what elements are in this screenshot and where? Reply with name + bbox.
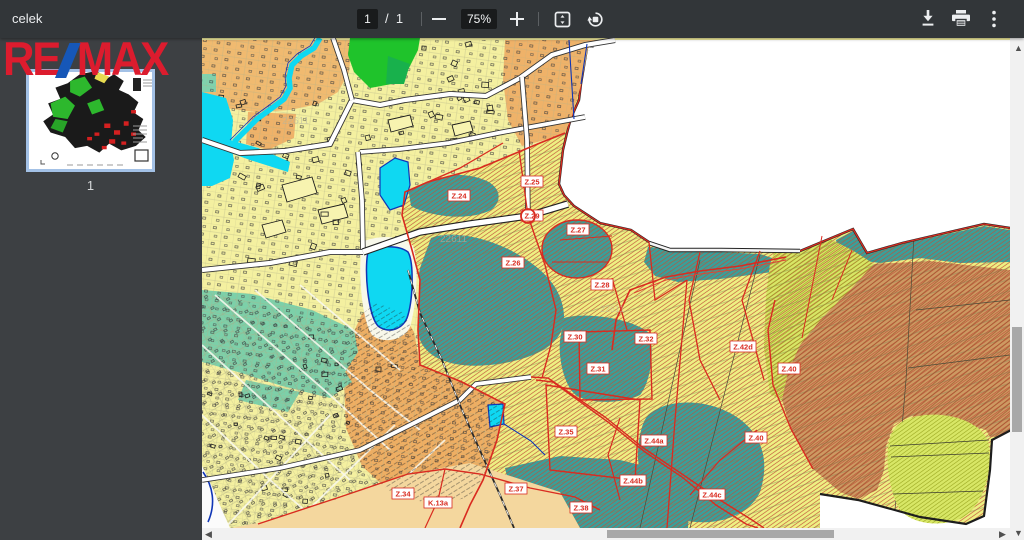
svg-text:Z.44a: Z.44a (644, 437, 664, 446)
svg-text:Z.40: Z.40 (781, 365, 796, 374)
svg-text:22611: 22611 (600, 304, 624, 314)
svg-text:Z.28: Z.28 (594, 281, 609, 290)
svg-text:Z.25: Z.25 (524, 178, 539, 187)
svg-text:22611: 22611 (282, 116, 310, 127)
svg-text:Z.24: Z.24 (451, 192, 467, 201)
svg-text:Z.29: Z.29 (524, 212, 539, 221)
svg-text:Z.32: Z.32 (638, 335, 653, 344)
svg-text:Z.38: Z.38 (573, 504, 588, 513)
svg-text:Z.26: Z.26 (505, 259, 520, 268)
svg-text:Z.37: Z.37 (508, 485, 523, 494)
svg-text:Z.40: Z.40 (748, 434, 763, 443)
svg-text:Z.31: Z.31 (590, 365, 605, 374)
svg-text:Z.44c: Z.44c (702, 491, 721, 500)
svg-text:Z.42d: Z.42d (733, 343, 753, 352)
svg-text:Z.35: Z.35 (558, 428, 573, 437)
svg-text:Z.27: Z.27 (570, 226, 585, 235)
svg-text:Z.44b: Z.44b (623, 477, 643, 486)
svg-text:K.13a: K.13a (428, 499, 449, 508)
svg-text:Z.30: Z.30 (567, 333, 582, 342)
svg-text:22611: 22611 (440, 234, 468, 245)
svg-text:Z.34: Z.34 (395, 490, 411, 499)
